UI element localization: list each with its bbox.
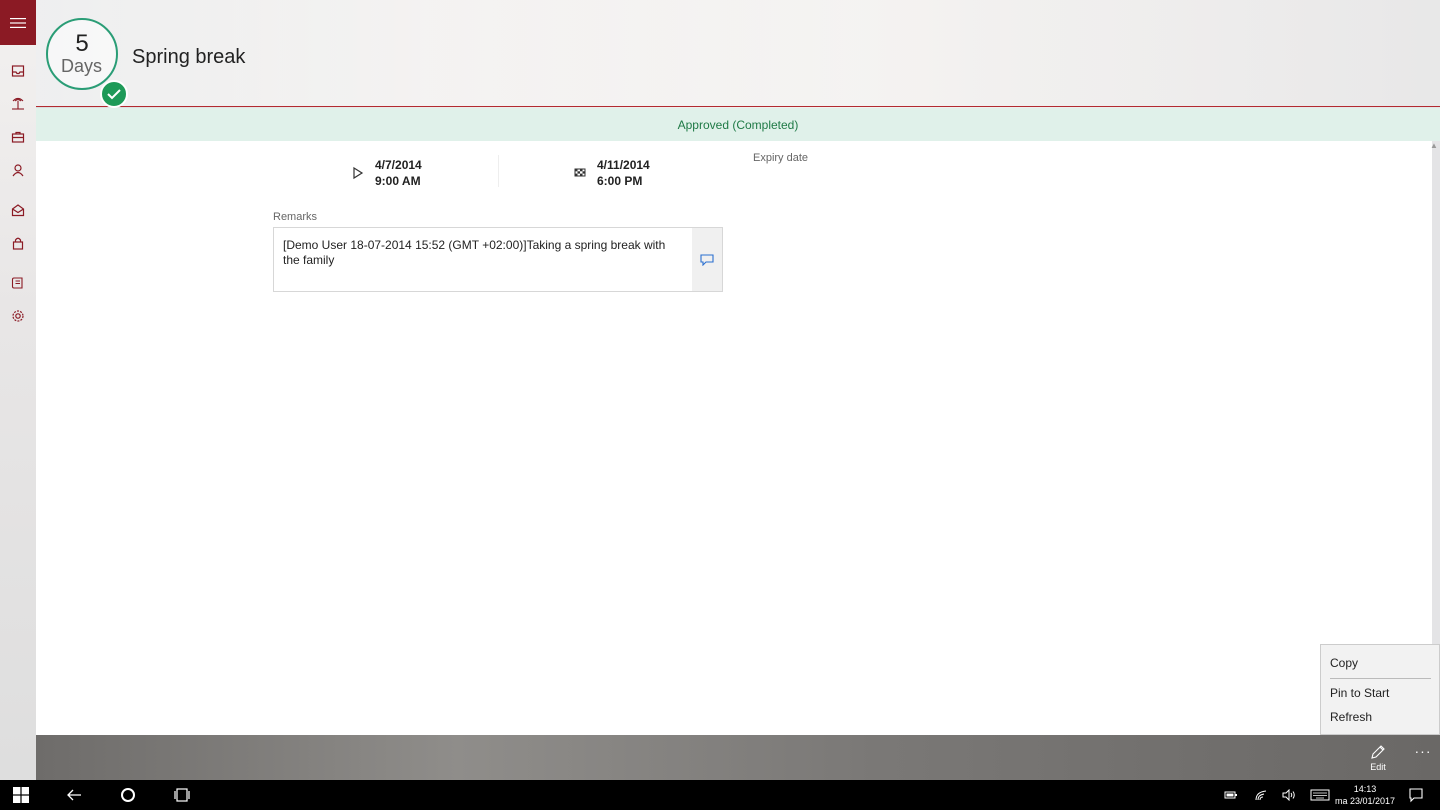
status-text: Approved (Completed) <box>677 117 799 132</box>
expiry-date-label: Expiry date <box>753 152 809 164</box>
sidebar <box>0 0 36 780</box>
remarks-text: [Demo User 18-07-2014 15:52 (GMT +02:00)… <box>283 238 666 267</box>
status-banner: Approved (Completed) <box>36 108 1440 141</box>
end-date: 4/11/2014 <box>597 158 650 172</box>
days-count-badge: 5 Days <box>46 18 128 108</box>
play-start-icon <box>353 166 364 180</box>
start-time: 9:00 AM <box>375 174 421 188</box>
sidebar-item-settings[interactable] <box>0 302 36 330</box>
clock-date: ma 23/01/2017 <box>1334 796 1396 806</box>
add-comment-button[interactable] <box>692 228 722 291</box>
days-number: 5 <box>75 30 89 57</box>
remarks-label: Remarks <box>273 211 318 223</box>
remarks-box: [Demo User 18-07-2014 15:52 (GMT +02:00)… <box>273 227 723 292</box>
hamburger-icon <box>10 17 26 28</box>
sidebar-item-work[interactable] <box>0 123 36 151</box>
cortana-search-icon[interactable] <box>120 787 136 803</box>
inbox-icon <box>11 65 25 77</box>
context-menu: Copy Pin to Start Refresh <box>1320 644 1440 735</box>
details-content <box>36 141 1432 735</box>
volume-icon[interactable] <box>1282 789 1296 801</box>
sidebar-item-messages[interactable] <box>0 196 36 224</box>
taskbar-clock[interactable]: 14:13 ma 23/01/2017 <box>1330 783 1400 807</box>
page-header: 5 Days Spring break <box>36 0 1440 108</box>
sidebar-item-holidays[interactable] <box>0 89 36 117</box>
pencil-icon <box>1371 745 1385 759</box>
app-bar: Edit ··· <box>36 735 1440 780</box>
page-title: Spring break <box>132 46 246 68</box>
scroll-up-arrow-icon[interactable]: ▲ <box>1430 141 1438 151</box>
briefcase-icon <box>11 131 25 143</box>
menu-separator <box>1330 678 1431 679</box>
finish-flag-icon <box>574 168 586 177</box>
gear-icon <box>12 310 24 322</box>
end-time: 6:00 PM <box>597 174 643 188</box>
start-date-block: 4/7/2014 9:00 AM <box>351 157 422 189</box>
more-options-button[interactable]: ··· <box>1412 743 1434 763</box>
hamburger-menu-button[interactable] <box>0 0 36 45</box>
back-arrow-icon[interactable] <box>66 787 82 803</box>
task-view-icon[interactable] <box>174 787 190 803</box>
keyboard-icon[interactable] <box>1310 787 1330 803</box>
mail-open-icon <box>11 204 25 217</box>
network-icon[interactable] <box>1254 789 1268 801</box>
windows-start-icon[interactable] <box>13 787 29 803</box>
lock-icon <box>12 237 24 250</box>
person-icon <box>12 164 24 177</box>
beach-icon <box>12 97 24 110</box>
menu-item-pin-to-start[interactable]: Pin to Start <box>1330 686 1389 700</box>
book-icon <box>11 277 23 289</box>
battery-icon[interactable] <box>1224 789 1238 801</box>
days-unit: Days <box>61 56 103 76</box>
sidebar-item-inbox[interactable] <box>0 57 36 85</box>
clock-time: 14:13 <box>1353 784 1377 794</box>
sidebar-item-security[interactable] <box>0 229 36 257</box>
comment-icon <box>700 253 714 266</box>
edit-button[interactable]: Edit <box>1362 744 1394 778</box>
sidebar-item-documents[interactable] <box>0 269 36 297</box>
edit-label: Edit <box>1370 762 1386 772</box>
end-date-block: 4/11/2014 6:00 PM <box>573 157 650 189</box>
date-divider <box>498 155 499 187</box>
taskbar: 14:13 ma 23/01/2017 <box>0 780 1440 810</box>
action-center-icon[interactable] <box>1408 787 1424 803</box>
menu-item-copy[interactable]: Copy <box>1330 656 1358 670</box>
sidebar-item-people[interactable] <box>0 156 36 184</box>
approved-check-icon <box>100 80 128 108</box>
menu-item-refresh[interactable]: Refresh <box>1330 710 1372 724</box>
start-date: 4/7/2014 <box>375 158 422 172</box>
